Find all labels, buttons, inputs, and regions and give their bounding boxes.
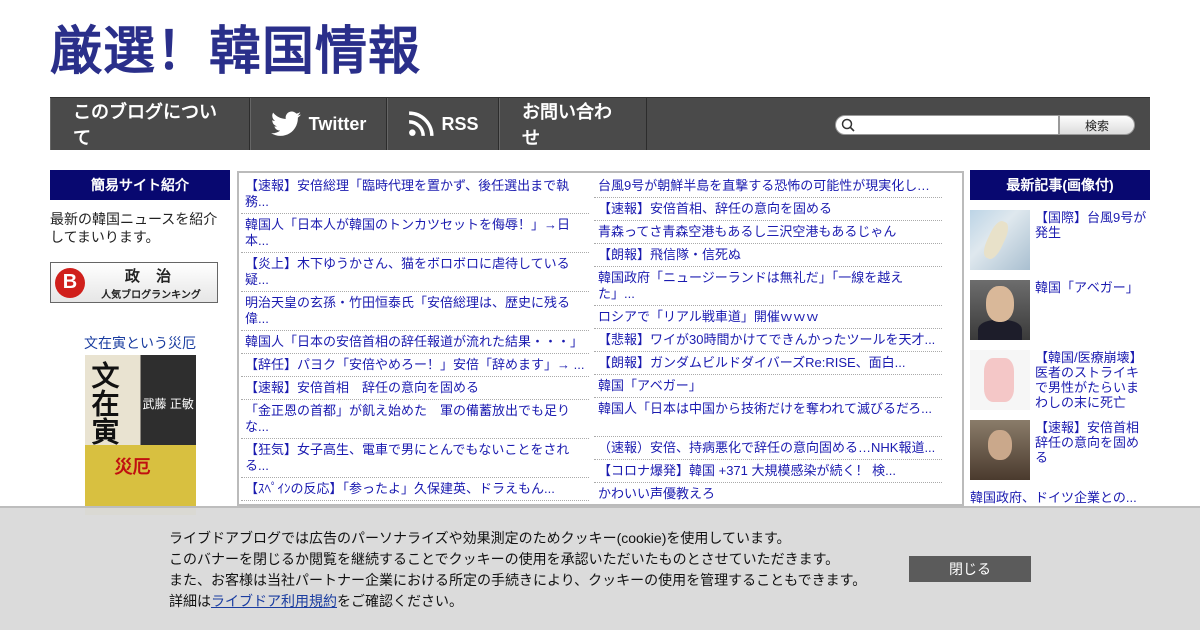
ranking-logo-icon: B xyxy=(55,267,85,298)
search-box xyxy=(835,115,1059,135)
latest-article-item[interactable]: 【韓国/医療崩壊】医者のストライキで男性がたらいまわしの末に死亡 xyxy=(970,350,1150,410)
search-icon xyxy=(841,118,855,137)
article-thumbnail[interactable] xyxy=(970,280,1030,340)
article-link[interactable]: 韓国人「日本の安倍首相の辞任報道が流れた結果・・・」 xyxy=(241,331,589,354)
cookie-line-1: ライブドアブログでは広告のパーソナライズや効果測定のためクッキー(cookie)… xyxy=(169,530,791,546)
latest-article-item[interactable]: 【国際】台風9号が発生 xyxy=(970,210,1150,270)
search-form: 検索 xyxy=(835,115,1135,135)
article-link[interactable]: 【速報】安倍首相 辞任の意向を固める xyxy=(241,377,589,400)
left-sidebar: 簡易サイト紹介 最新の韓国ニュースを紹介してまいります。 B 政 治 人気ブログ… xyxy=(50,170,230,515)
article-thumbnail[interactable] xyxy=(970,350,1030,410)
article-link[interactable]: 韓国人「日本は中国から技術だけを奪われて滅びるだろ... xyxy=(594,398,942,437)
article-link[interactable]: ロシアで「リアル戦車道」開催ｗｗｗ xyxy=(594,306,942,329)
blog-ranking-banner[interactable]: B 政 治 人気ブログランキング xyxy=(50,262,218,303)
article-link[interactable]: 【炎上】木下ゆうかさん、猫をボロボロに虐待している疑... xyxy=(241,253,589,292)
cookie-line-4-pre: 詳細は xyxy=(169,593,211,609)
rss-icon xyxy=(408,111,434,137)
nav-rss-label: RSS xyxy=(441,113,479,134)
article-link[interactable]: 青森ってさ青森空港もあるし三沢空港もあるじゃん xyxy=(594,221,942,244)
book-cover-image[interactable]: 文在寅 武藤 正敏 災厄 xyxy=(84,355,196,515)
article-link[interactable]: 韓国人「日本人が韓国のトンカツセットを侮辱！」→日本... xyxy=(241,214,589,253)
site-intro-text: 最新の韓国ニュースを紹介してまいります。 xyxy=(50,211,218,245)
nav-twitter[interactable]: Twitter xyxy=(250,98,387,150)
article-link[interactable]: 台風9号が朝鮮半島を直撃する恐怖の可能性が現実化して... xyxy=(594,175,942,198)
article-link[interactable]: 【ｽﾍﾟｲﾝの反応】「参ったよ」久保建英、ドラえもん... xyxy=(241,478,589,501)
article-column-left: 【速報】安倍総理「臨時代理を置かず、後任選出まで執務... 韓国人「日本人が韓国の… xyxy=(241,175,589,501)
article-link[interactable]: 【悲報】ワイが30時間かけてできんかったツールを天才... xyxy=(594,329,942,352)
article-link[interactable]: 韓国「アベガー」 xyxy=(594,375,942,398)
book-cover-title: 文在寅 xyxy=(88,361,120,445)
cookie-line-2: このバナーを閉じるか閲覧を継続することでクッキーの使用を承認いただいたものとさせ… xyxy=(169,551,840,567)
nav-rss[interactable]: RSS xyxy=(387,98,499,150)
article-link[interactable]: 【速報】安倍総理「臨時代理を置かず、後任選出まで執務... xyxy=(241,175,589,214)
latest-articles-list: 【国際】台風9号が発生 韓国「アベガー」 【韓国/医療崩壊】医者のストライキで男性が… xyxy=(970,210,1152,480)
article-list: 【速報】安倍総理「臨時代理を置かず、後任選出まで執務... 韓国人「日本人が韓国の… xyxy=(237,171,964,506)
article-column-right: 台風9号が朝鮮半島を直撃する恐怖の可能性が現実化して... 【速報】安倍首相、辞任… xyxy=(594,175,942,504)
twitter-icon xyxy=(270,111,301,137)
article-link[interactable]: 【朗報】ガンダムビルドダイバーズRe:RISE、面白... xyxy=(594,352,942,375)
article-link[interactable]: 韓国政府「ニュージーランドは無礼だ」「一線を越えた」... xyxy=(594,267,942,306)
search-input[interactable] xyxy=(858,116,1048,134)
ranking-text: 政 治 人気ブログランキング xyxy=(85,265,217,301)
latest-article-title[interactable]: 韓国「アベガー」 xyxy=(1035,280,1139,340)
latest-article-title[interactable]: 【韓国/医療崩壊】医者のストライキで男性がたらいまわしの末に死亡 xyxy=(1035,350,1150,410)
nav-twitter-label: Twitter xyxy=(308,113,367,134)
book-band-text: 災厄 xyxy=(114,457,151,477)
latest-article-title[interactable]: 【国際】台風9号が発生 xyxy=(1035,210,1150,270)
nav-contact-label: お問い合わせ xyxy=(522,102,612,148)
search-button[interactable]: 検索 xyxy=(1059,115,1135,135)
nav-about[interactable]: このブログについて xyxy=(50,98,250,150)
ranking-subtitle: 人気ブログランキング xyxy=(101,289,201,301)
article-link[interactable]: 【狂気】女子高生、電車で男にとんでもないことをされる... xyxy=(241,439,589,478)
article-thumbnail[interactable] xyxy=(970,420,1030,480)
article-link[interactable]: 「金正恩の首都」が飢え始めた 軍の備蓄放出でも足りな... xyxy=(241,400,589,439)
site-intro-heading: 簡易サイト紹介 xyxy=(50,170,230,200)
cookie-text: ライブドアブログでは広告のパーソナライズや効果測定のためクッキー(cookie)… xyxy=(169,528,866,612)
cookie-close-button[interactable]: 閉じる xyxy=(909,556,1031,582)
article-link[interactable]: かわいい声優教えろ xyxy=(594,483,942,504)
article-link[interactable]: 【コロナ爆発】韓国 +371 大規模感染が続く！ 検... xyxy=(594,460,942,483)
cookie-line-4: 詳細はライブドア利用規約をご確認ください。 xyxy=(169,591,866,612)
book-title-link[interactable]: 文在寅という災厄 xyxy=(50,333,230,353)
nav-contact[interactable]: お問い合わせ xyxy=(499,98,647,150)
latest-articles-heading: 最新記事(画像付) xyxy=(970,170,1150,200)
latest-article-item[interactable]: 【速報】安倍首相 辞任の意向を固める xyxy=(970,420,1152,480)
terms-link[interactable]: ライブドア利用規約 xyxy=(211,593,337,609)
cookie-banner: ライブドアブログでは広告のパーソナライズや効果測定のためクッキー(cookie)… xyxy=(0,506,1200,630)
cookie-line-4-post: をご確認ください。 xyxy=(337,593,463,609)
article-thumbnail[interactable] xyxy=(970,210,1030,270)
cookie-line-3: また、お客様は当社パートナー企業における所定の手続きにより、クッキーの使用を管理… xyxy=(169,572,867,588)
article-link[interactable]: （速報）安倍、持病悪化で辞任の意向固める…NHK報道... xyxy=(594,437,942,460)
right-sidebar: 最新記事(画像付) 【国際】台風9号が発生 韓国「アベガー」 【韓国/医療崩壊】医者… xyxy=(970,170,1152,505)
page: 厳選！韓国情報 このブログについて Twitter RSS お問い合わせ 検索 xyxy=(0,0,1200,630)
article-link[interactable]: 【朗報】飛信隊・信死ぬ xyxy=(594,244,942,267)
article-link[interactable]: 【辞任】パヨク「安倍やめろー！」安倍「辞めます」→ ... xyxy=(241,354,589,377)
article-link[interactable]: 【速報】安倍首相、辞任の意向を固める xyxy=(594,198,942,221)
book-cover-band: 災厄 xyxy=(84,445,196,515)
latest-article-partial[interactable]: 韓国政府、ドイツ企業との... xyxy=(970,490,1150,505)
site-title[interactable]: 厳選！韓国情報 xyxy=(50,22,421,82)
article-link[interactable]: 明治天皇の玄孫・竹田恒泰氏「安倍総理は、歴史に残る偉... xyxy=(241,292,589,331)
latest-article-item[interactable]: 韓国「アベガー」 xyxy=(970,280,1150,340)
nav-about-label: このブログについて xyxy=(73,102,217,148)
book-cover-author: 武藤 正敏 xyxy=(142,397,194,411)
nav-bar: このブログについて Twitter RSS お問い合わせ 検索 xyxy=(50,97,1150,150)
ranking-title: 政 治 xyxy=(124,267,178,285)
latest-article-title[interactable]: 【速報】安倍首相 辞任の意向を固める xyxy=(1035,420,1152,480)
